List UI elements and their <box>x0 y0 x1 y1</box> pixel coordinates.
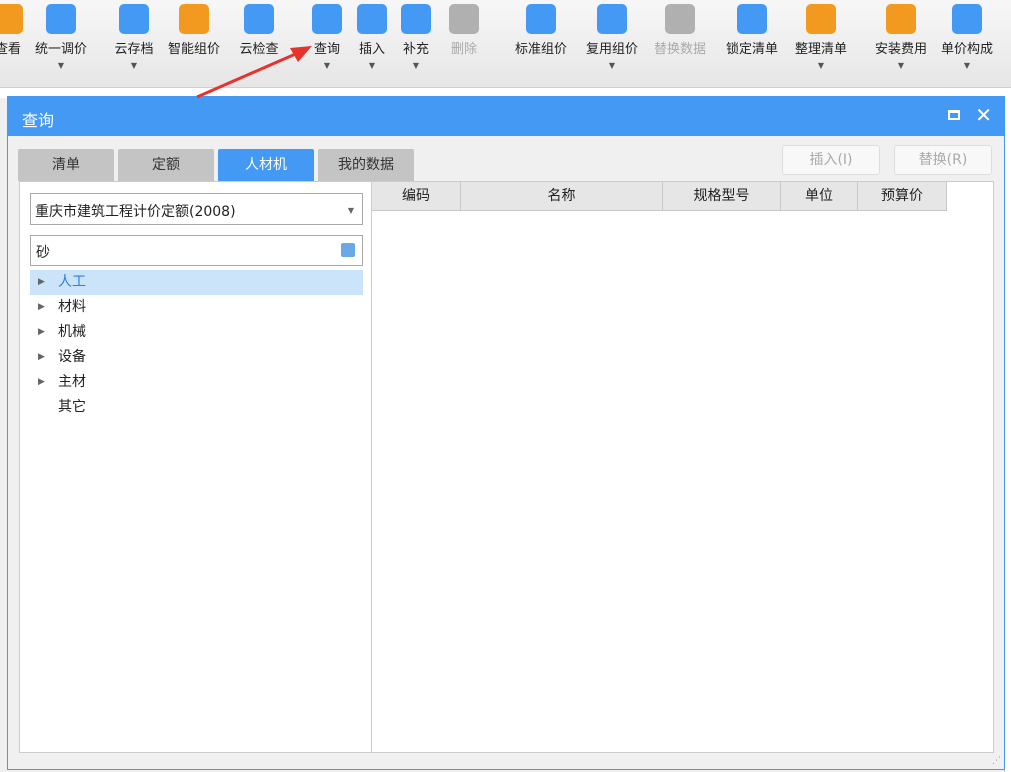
tree-item[interactable]: ▶ 主材 <box>30 370 363 395</box>
tree-item-label: 人工 <box>58 274 86 290</box>
toolbar-button-reuse-price[interactable]: 复用组价 ▼ <box>577 4 647 71</box>
lock-icon <box>737 4 767 34</box>
expand-arrow-icon[interactable]: ▶ <box>38 320 45 345</box>
cloud-upload-icon <box>119 4 149 34</box>
smart-price-icon <box>179 4 209 34</box>
clear-brush-icon[interactable] <box>341 243 355 257</box>
trash-icon <box>449 4 479 34</box>
expand-arrow-icon[interactable]: ▶ <box>38 345 45 370</box>
replace-data-icon <box>665 4 695 34</box>
toolbar-label: 删除 <box>450 42 477 57</box>
tree-item-label: 设备 <box>58 349 86 365</box>
tree-item[interactable]: ▶ 设备 <box>30 345 363 370</box>
background-grid <box>1004 98 1011 772</box>
expand-arrow-icon[interactable]: ▶ <box>38 270 45 295</box>
expand-arrow-icon[interactable]: ▶ <box>38 295 45 320</box>
maximize-icon[interactable] <box>948 110 960 120</box>
tree-item[interactable]: 其它 <box>30 395 363 420</box>
toolbar-label: 替换数据 <box>653 42 706 57</box>
quota-select[interactable]: 重庆市建筑工程计价定额(2008) ▼ <box>30 193 363 225</box>
column-header-name[interactable]: 名称 <box>461 182 663 211</box>
toolbar-button-trash: 删除 <box>429 4 499 71</box>
dropdown-arrow-icon[interactable]: ▼ <box>26 61 96 71</box>
column-header-budget-price[interactable]: 预算价 <box>858 182 947 211</box>
toolbar-label: 云检查 <box>239 42 279 57</box>
insert-button[interactable]: 插入(I) <box>782 145 880 175</box>
toolbar-label: 锁定清单 <box>725 42 778 57</box>
toolbar-label: 整理清单 <box>794 42 847 57</box>
supplement-icon <box>401 4 431 34</box>
tree-item-label: 主材 <box>58 374 86 390</box>
tree-item-label: 材料 <box>58 299 86 315</box>
quota-select-value: 重庆市建筑工程计价定额(2008) <box>35 204 236 220</box>
toolbar-button-lock[interactable]: 锁定清单 <box>717 4 787 71</box>
expand-arrow-icon[interactable]: ▶ <box>38 370 45 395</box>
query-dialog: 查询 ✕ 清单 定额 人材机 我的数据 插入(I) 替换(R) 重庆市建筑工程计… <box>7 96 1005 770</box>
close-icon[interactable]: ✕ <box>975 103 992 127</box>
toolbar-label: 统一调价 <box>34 42 87 57</box>
tab-my-data[interactable]: 我的数据 <box>318 149 414 181</box>
cloud-check-icon <box>244 4 274 34</box>
tree-item[interactable]: ▶ 人工 <box>30 270 363 295</box>
standard-price-icon <box>526 4 556 34</box>
tree-item-label: 其它 <box>58 399 86 415</box>
reuse-price-icon <box>597 4 627 34</box>
toolbar-button-standard-price[interactable]: 标准组价 <box>506 4 576 71</box>
search-value: 砂 <box>36 245 50 261</box>
column-header-spec[interactable]: 规格型号 <box>663 182 781 211</box>
toolbar-label: 单价构成 <box>940 42 993 57</box>
tab-quota[interactable]: 定额 <box>118 149 214 181</box>
column-header-unit[interactable]: 单位 <box>781 182 858 211</box>
results-grid: 编码 名称 规格型号 单位 预算价 <box>371 181 994 753</box>
view-icon <box>0 4 23 34</box>
tab-bill[interactable]: 清单 <box>18 149 114 181</box>
toolbar-label: 标准组价 <box>514 42 567 57</box>
install-fee-icon <box>886 4 916 34</box>
replace-button[interactable]: 替换(R) <box>894 145 992 175</box>
toolbar: 查看 统一调价 ▼ 云存档 ▼ 智能组价 云检查 查询 ▼ 插入 ▼ 补充 ▼ 删除 标准组价 复用组价 ▼ 替换… <box>0 0 1011 88</box>
tab-labor-material-machine[interactable]: 人材机 <box>218 149 314 181</box>
tree-item[interactable]: ▶ 机械 <box>30 320 363 345</box>
toolbar-button-unit-price[interactable]: 单价构成 ▼ <box>932 4 1002 71</box>
tree-item-label: 机械 <box>58 324 86 340</box>
toolbar-button-smart-price[interactable]: 智能组价 <box>159 4 229 71</box>
dropdown-arrow-icon[interactable]: ▼ <box>786 61 856 71</box>
dialog-title: 查询 <box>22 111 55 130</box>
toolbar-button-unified-price[interactable]: 统一调价 ▼ <box>26 4 96 71</box>
dropdown-arrow-icon[interactable]: ▼ <box>932 61 1002 71</box>
unit-price-icon <box>952 4 982 34</box>
organize-list-icon <box>806 4 836 34</box>
toolbar-button-install-fee[interactable]: 安装费用 ▼ <box>866 4 936 71</box>
dropdown-arrow-icon[interactable]: ▼ <box>577 61 647 71</box>
column-header-code[interactable]: 编码 <box>372 182 461 211</box>
toolbar-button-replace-data: 替换数据 <box>645 4 715 71</box>
chevron-down-icon: ▼ <box>347 206 354 215</box>
search-input[interactable]: 砂 <box>30 235 363 266</box>
category-panel: 重庆市建筑工程计价定额(2008) ▼ 砂 ▶ 人工 ▶ 材料 ▶ 机械 ▶ 设备 ▶ 主材其它 <box>19 181 372 753</box>
unified-price-icon <box>46 4 76 34</box>
dropdown-arrow-icon[interactable]: ▼ <box>866 61 936 71</box>
toolbar-label: 安装费用 <box>874 42 927 57</box>
toolbar-button-cloud-check[interactable]: 云检查 <box>224 4 294 71</box>
toolbar-label: 智能组价 <box>167 42 220 57</box>
resize-grip-icon[interactable]: ⋰ <box>992 756 1001 766</box>
toolbar-button-organize-list[interactable]: 整理清单 ▼ <box>786 4 856 71</box>
dialog-titlebar[interactable]: 查询 ✕ <box>8 97 1004 136</box>
tree-item[interactable]: ▶ 材料 <box>30 295 363 320</box>
toolbar-label: 复用组价 <box>585 42 638 57</box>
